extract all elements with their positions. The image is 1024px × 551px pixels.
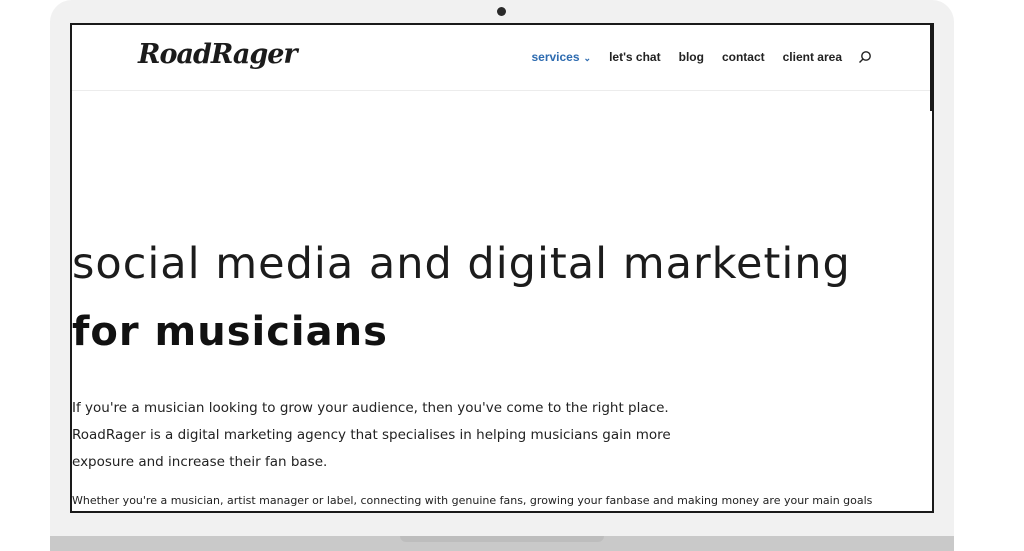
nav-item-services[interactable]: services ⌄	[531, 50, 591, 64]
hero-body-line: exposure and increase their fan base.	[72, 454, 328, 470]
hero-body: If you're a musician looking to grow you…	[72, 395, 932, 476]
main-menu: services ⌄ let's chat blog contact client…	[513, 50, 872, 64]
site-header: RoadRager services ⌄ let's chat blog cont…	[72, 25, 932, 91]
site-logo[interactable]: RoadRager	[138, 39, 298, 70]
nav-item-contact[interactable]: contact	[722, 50, 765, 64]
hero-body-line: If you're a musician looking to grow you…	[72, 400, 669, 416]
nav-item-client-area[interactable]: client area	[783, 50, 842, 64]
chevron-down-icon: ⌄	[583, 53, 592, 63]
laptop-notch	[400, 536, 604, 542]
intro-paragraph: Whether you're a musician, artist manage…	[72, 494, 873, 507]
nav-item-blog[interactable]: blog	[679, 50, 704, 64]
camera-icon	[497, 7, 506, 16]
nav-item-lets-chat[interactable]: let's chat	[609, 50, 661, 64]
browser-screen: RoadRager services ⌄ let's chat blog cont…	[70, 23, 934, 513]
scrollbar[interactable]	[930, 25, 932, 111]
nav-item-label: services	[531, 50, 580, 64]
hero-body-line: RoadRager is a digital marketing agency …	[72, 427, 671, 443]
hero-subheadline: for musicians	[72, 309, 388, 355]
search-icon[interactable]	[858, 50, 872, 64]
hero-headline: social media and digital marketing	[72, 239, 851, 289]
